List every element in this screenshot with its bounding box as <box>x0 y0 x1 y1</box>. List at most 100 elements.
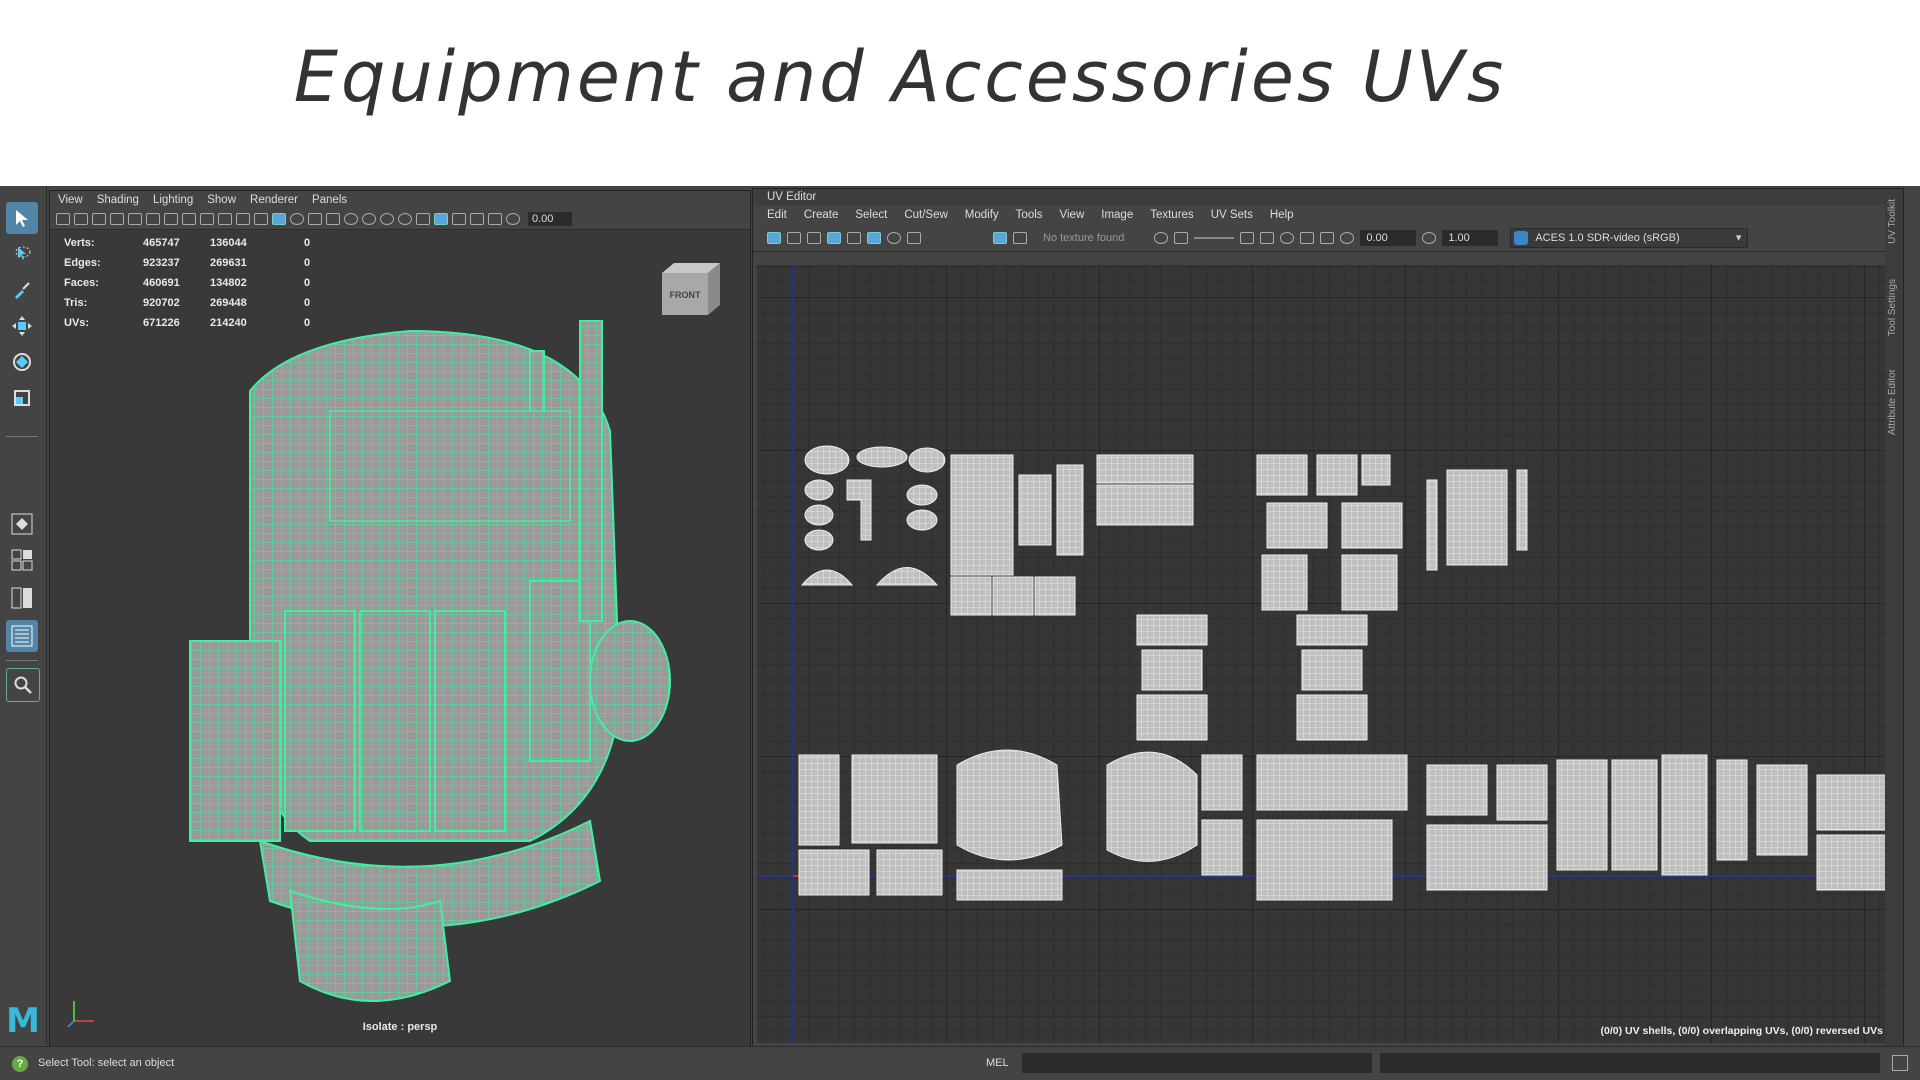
menu-lighting[interactable]: Lighting <box>153 194 193 206</box>
move-icon[interactable] <box>6 310 38 342</box>
outliner-layout-icon[interactable] <box>6 620 38 652</box>
menu-shading[interactable]: Shading <box>97 194 139 206</box>
tab-attribute-editor[interactable]: Attribute Editor <box>1887 369 1898 435</box>
isolate-label: Isolate : persp <box>362 1021 438 1033</box>
ambient-occlusion-icon[interactable] <box>380 213 394 225</box>
toolbox-separator <box>6 660 38 661</box>
xray-icon[interactable] <box>452 213 466 225</box>
uv-psd-icon[interactable] <box>1320 232 1335 244</box>
perspective-viewport[interactable]: Verts: 465747 136044 0 Edges: 923237 269… <box>50 231 750 1046</box>
motion-blur-icon[interactable] <box>398 213 412 225</box>
safe-action-icon[interactable] <box>218 213 232 225</box>
uv-checker-icon[interactable] <box>1013 232 1027 244</box>
camera-icon[interactable] <box>56 213 70 225</box>
uv-exposure-icon[interactable] <box>1340 232 1355 244</box>
textured-icon[interactable] <box>326 213 340 225</box>
wireframe-on-shaded-icon[interactable] <box>308 213 322 225</box>
script-language-label[interactable]: MEL <box>986 1057 1009 1069</box>
exposure-field[interactable]: 0.00 <box>528 212 572 226</box>
resolution-gate-icon[interactable] <box>164 213 178 225</box>
uv-menu-view[interactable]: View <box>1060 209 1085 221</box>
uv-grid-icon[interactable] <box>847 232 861 244</box>
help-icon[interactable]: ? <box>12 1056 28 1072</box>
uv-editor-menubar: Edit Create Select Cut/Sew Modify Tools … <box>753 205 1903 225</box>
exposure-icon[interactable] <box>506 213 520 225</box>
xray-joints-icon[interactable] <box>470 213 484 225</box>
uv-shells <box>757 265 1899 1043</box>
uv-display-icon[interactable] <box>827 232 841 244</box>
uv-refresh-icon[interactable] <box>1280 232 1295 244</box>
menu-panels[interactable]: Panels <box>312 194 347 206</box>
texture-label: No texture found <box>1043 232 1125 244</box>
uv-canvas[interactable]: (0/0) UV shells, (0/0) overlapping UVs, … <box>757 265 1899 1043</box>
uv-menu-cut-sew[interactable]: Cut/Sew <box>904 209 947 221</box>
uv-menu-tools[interactable]: Tools <box>1016 209 1043 221</box>
lasso-icon[interactable] <box>6 238 38 270</box>
uv-shaded-icon[interactable] <box>767 232 781 244</box>
lights-icon[interactable] <box>344 213 358 225</box>
camera-lock-icon[interactable] <box>74 213 88 225</box>
menu-renderer[interactable]: Renderer <box>250 194 298 206</box>
default-material-icon[interactable] <box>290 213 304 225</box>
tab-uv-toolkit[interactable]: UV Toolkit <box>1887 199 1898 244</box>
color-space-dropdown[interactable]: ACES 1.0 SDR-video (sRGB) ▾ <box>1510 228 1749 248</box>
vest-wireframe-model <box>189 320 671 1002</box>
layout-two-icon[interactable] <box>6 582 38 614</box>
uv-texture-borders-icon[interactable] <box>807 232 821 244</box>
uv-menu-edit[interactable]: Edit <box>767 209 787 221</box>
uv-pixel-snap-icon[interactable] <box>867 232 881 244</box>
toolbox-separator <box>6 436 38 437</box>
uv-menu-create[interactable]: Create <box>804 209 839 221</box>
uv-frame-all-icon[interactable] <box>1240 232 1255 244</box>
menu-view[interactable]: View <box>58 194 83 206</box>
search-icon[interactable] <box>6 668 40 702</box>
uv-menu-textures[interactable]: Textures <box>1150 209 1193 221</box>
uv-dim-slider[interactable] <box>1194 237 1235 239</box>
uv-menu-image[interactable]: Image <box>1101 209 1133 221</box>
bookmark-icon[interactable] <box>92 213 106 225</box>
uv-distortion-icon[interactable] <box>787 232 801 244</box>
viewport-toolbar: 0.00 <box>50 209 750 230</box>
shadows-icon[interactable] <box>362 213 376 225</box>
uv-menu-help[interactable]: Help <box>1270 209 1294 221</box>
paint-icon[interactable] <box>6 274 38 306</box>
script-editor-icon[interactable] <box>1892 1055 1908 1071</box>
side-tabs: UV Toolkit Tool Settings Attribute Edito… <box>1885 189 1903 1046</box>
uv-lock-icon[interactable] <box>1300 232 1315 244</box>
uv-rgb-icon[interactable] <box>1154 232 1169 244</box>
scale-icon[interactable] <box>6 382 38 414</box>
antialiasing-icon[interactable] <box>416 213 430 225</box>
uv-menu-modify[interactable]: Modify <box>965 209 999 221</box>
maya-logo: M <box>6 1001 40 1041</box>
command-line-input[interactable] <box>1022 1053 1372 1073</box>
safe-title-icon[interactable] <box>236 213 250 225</box>
isolate-select-icon[interactable] <box>434 213 448 225</box>
smooth-shade-icon[interactable] <box>272 213 286 225</box>
uv-image-display-icon[interactable] <box>993 232 1007 244</box>
uv-alpha-icon[interactable] <box>1174 232 1189 244</box>
uv-menu-select[interactable]: Select <box>855 209 887 221</box>
menu-show[interactable]: Show <box>207 194 236 206</box>
select-arrow-icon[interactable] <box>6 202 38 234</box>
hud-row-edges: Edges: 923237 269631 0 <box>64 257 311 269</box>
wireframe-icon[interactable] <box>254 213 268 225</box>
slide-title: Equipment and Accessories UVs <box>293 36 1507 118</box>
uv-exposure-field[interactable]: 0.00 <box>1360 230 1417 246</box>
uv-gamma-field[interactable]: 1.00 <box>1442 230 1499 246</box>
uv-snapshot-icon[interactable] <box>907 232 921 244</box>
layout-single-icon[interactable] <box>6 508 38 540</box>
hud-row-verts: Verts: 465747 136044 0 <box>64 237 311 249</box>
gate-mask-icon[interactable] <box>182 213 196 225</box>
uv-gamma-icon[interactable] <box>1422 232 1437 244</box>
rotate-icon[interactable] <box>6 346 38 378</box>
uv-menu-uv-sets[interactable]: UV Sets <box>1211 209 1253 221</box>
backface-icon[interactable] <box>488 213 502 225</box>
tab-tool-settings[interactable]: Tool Settings <box>1887 279 1898 336</box>
layout-four-icon[interactable] <box>6 544 38 576</box>
grid-icon[interactable] <box>128 213 142 225</box>
uv-frame-selection-icon[interactable] <box>1260 232 1275 244</box>
film-gate-icon[interactable] <box>146 213 160 225</box>
image-plane-icon[interactable] <box>110 213 124 225</box>
field-chart-icon[interactable] <box>200 213 214 225</box>
uv-dim-image-icon[interactable] <box>887 232 901 244</box>
